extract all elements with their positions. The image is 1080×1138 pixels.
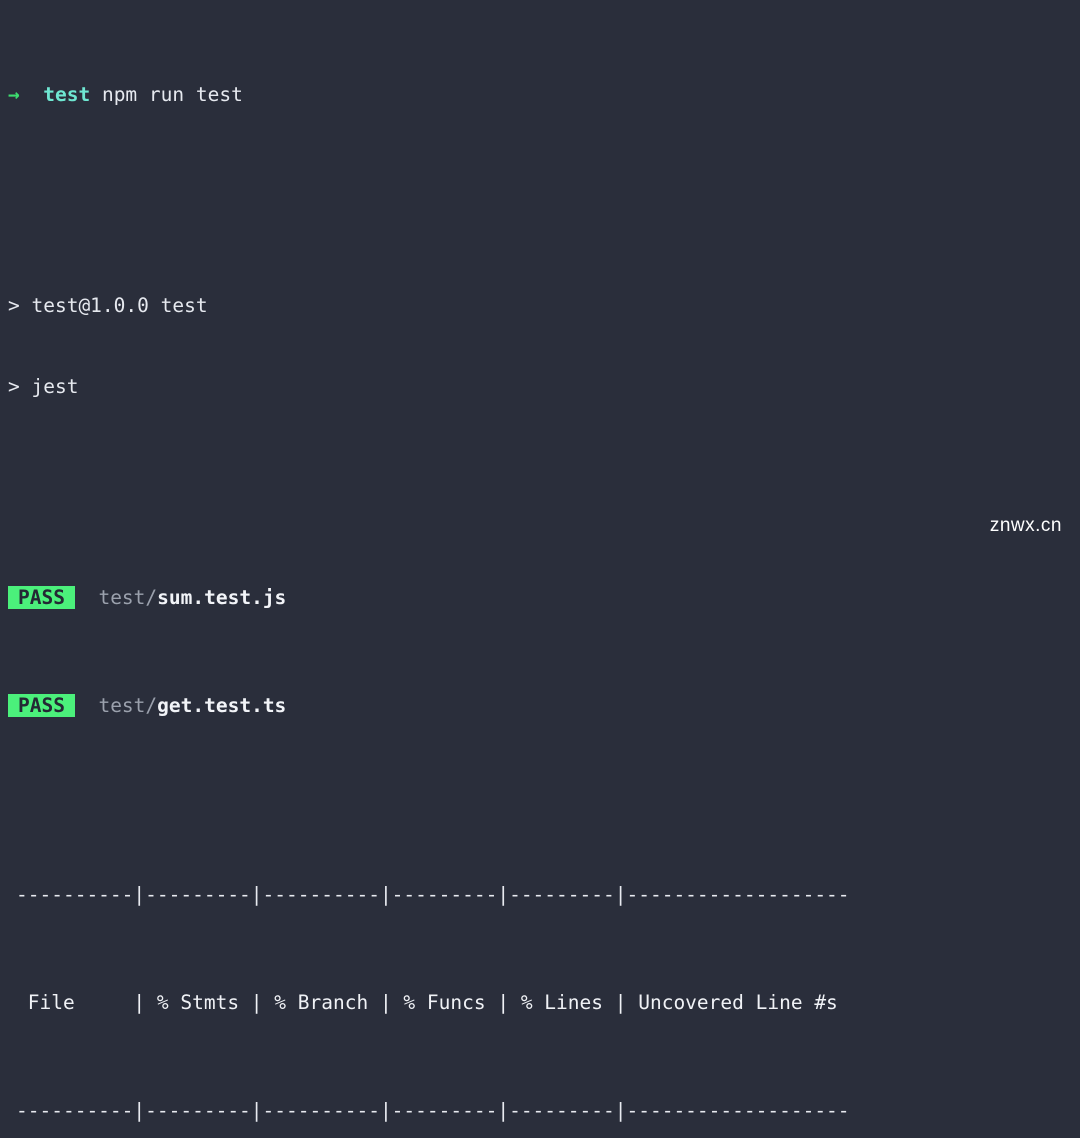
prompt-command: npm run test — [101, 83, 243, 106]
prompt-line: → test npm run test — [0, 81, 1080, 108]
npm-output-line-1: > test@1.0.0 test — [0, 292, 1080, 319]
npm-script-command: > jest — [8, 375, 79, 398]
suite-path-file: sum.test.js — [157, 586, 287, 609]
suite-path-file: get.test.ts — [157, 694, 287, 717]
prompt-directory: test — [43, 83, 91, 106]
table-separator-top: ----------|---------|----------|--------… — [8, 881, 1080, 908]
table-separator-header: ----------|---------|----------|--------… — [8, 1097, 1080, 1124]
suite-result-row: PASS test/sum.test.js — [0, 584, 1080, 611]
prompt-arrow-icon: → — [8, 83, 20, 106]
table-header-cells: File | % Stmts | % Branch | % Funcs | % … — [16, 991, 838, 1014]
suite-path-dir: test/ — [98, 586, 158, 609]
separator-text: ----------|---------|----------|--------… — [16, 1099, 850, 1122]
terminal-window: → test npm run test > test@1.0.0 test > … — [0, 0, 1080, 1122]
npm-script-header: > test@1.0.0 test — [8, 294, 208, 317]
suite-path-dir: test/ — [98, 694, 158, 717]
status-badge: PASS — [8, 694, 75, 717]
npm-output-line-2: > jest — [0, 373, 1080, 400]
suite-gap — [75, 586, 98, 609]
coverage-table: ----------|---------|----------|--------… — [0, 800, 1080, 1138]
watermark: znwx.cn — [989, 515, 1062, 536]
prompt-spacer — [20, 83, 43, 106]
table-header-row: File | % Stmts | % Branch | % Funcs | % … — [8, 989, 1080, 1016]
separator-text: ----------|---------|----------|--------… — [16, 883, 850, 906]
suite-gap — [75, 694, 98, 717]
status-badge: PASS — [8, 586, 75, 609]
suite-result-row: PASS test/get.test.ts — [0, 692, 1080, 719]
prompt-cmd-space — [90, 83, 102, 106]
